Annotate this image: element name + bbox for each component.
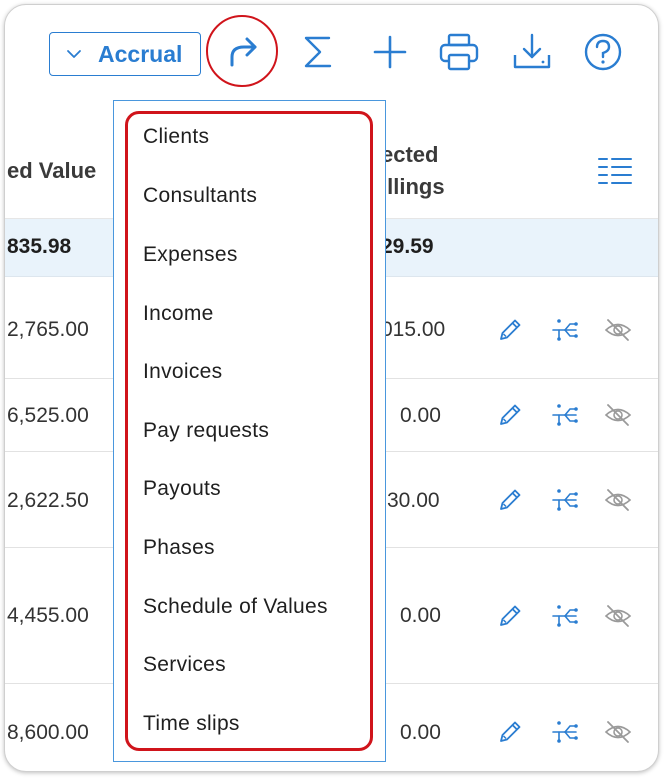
- pencil-icon[interactable]: [495, 601, 525, 631]
- menu-item-schedule-of-values[interactable]: Schedule of Values: [143, 595, 328, 619]
- share-forward-icon[interactable]: [218, 27, 268, 77]
- eye-slash-icon[interactable]: [603, 717, 633, 747]
- eye-slash-icon[interactable]: [603, 601, 633, 631]
- sigma-icon[interactable]: [293, 27, 343, 77]
- row-billings: 0.00: [400, 604, 441, 627]
- menu-item-time-slips[interactable]: Time slips: [143, 712, 240, 736]
- menu-item-consultants[interactable]: Consultants: [143, 184, 257, 208]
- column-header-value: ed Value: [7, 158, 97, 183]
- app-window: Accrual ed Value ected illings 835.98 29…: [4, 4, 659, 772]
- pencil-icon[interactable]: [495, 717, 525, 747]
- row-value: 4,455.00: [7, 604, 89, 627]
- chevron-down-icon: [67, 50, 81, 58]
- help-icon[interactable]: [578, 27, 628, 77]
- row-billings: 0.00: [400, 721, 441, 744]
- menu-item-invoices[interactable]: Invoices: [143, 360, 222, 384]
- menu-item-income[interactable]: Income: [143, 302, 214, 326]
- download-icon[interactable]: [507, 27, 557, 77]
- column-header-billings-line2: illings: [381, 174, 445, 199]
- row-billings: 015.00: [381, 318, 446, 341]
- row-billings: 0.00: [400, 404, 441, 427]
- row-value: 2,765.00: [7, 318, 89, 341]
- pencil-icon[interactable]: [495, 315, 525, 345]
- row-value: 2,622.50: [7, 489, 89, 512]
- menu-item-clients[interactable]: Clients: [143, 125, 209, 149]
- column-settings-icon[interactable]: [597, 155, 633, 189]
- pencil-icon[interactable]: [495, 400, 525, 430]
- menu-item-services[interactable]: Services: [143, 653, 226, 677]
- split-icon[interactable]: [550, 315, 580, 345]
- split-icon[interactable]: [550, 601, 580, 631]
- row-value: 8,600.00: [7, 721, 89, 744]
- plus-icon[interactable]: [365, 27, 415, 77]
- split-icon[interactable]: [550, 485, 580, 515]
- split-icon[interactable]: [550, 400, 580, 430]
- column-header-billings-line1: ected: [381, 142, 439, 167]
- split-icon[interactable]: [550, 717, 580, 747]
- total-value: 835.98: [7, 235, 72, 258]
- share-menu: Clients Consultants Expenses Income Invo…: [113, 100, 386, 762]
- pencil-icon[interactable]: [495, 485, 525, 515]
- row-value: 6,525.00: [7, 404, 89, 427]
- menu-item-payouts[interactable]: Payouts: [143, 477, 221, 501]
- row-billings: 30.00: [387, 489, 440, 512]
- total-billings: 29.59: [381, 235, 434, 258]
- printer-icon[interactable]: [434, 27, 484, 77]
- eye-slash-icon[interactable]: [603, 400, 633, 430]
- menu-item-pay-requests[interactable]: Pay requests: [143, 419, 269, 443]
- menu-item-phases[interactable]: Phases: [143, 536, 215, 560]
- toolbar: Accrual: [5, 5, 658, 99]
- eye-slash-icon[interactable]: [603, 485, 633, 515]
- accrual-label: Accrual: [98, 40, 183, 67]
- accrual-dropdown[interactable]: Accrual: [49, 32, 201, 76]
- eye-slash-icon[interactable]: [603, 315, 633, 345]
- menu-item-expenses[interactable]: Expenses: [143, 243, 238, 267]
